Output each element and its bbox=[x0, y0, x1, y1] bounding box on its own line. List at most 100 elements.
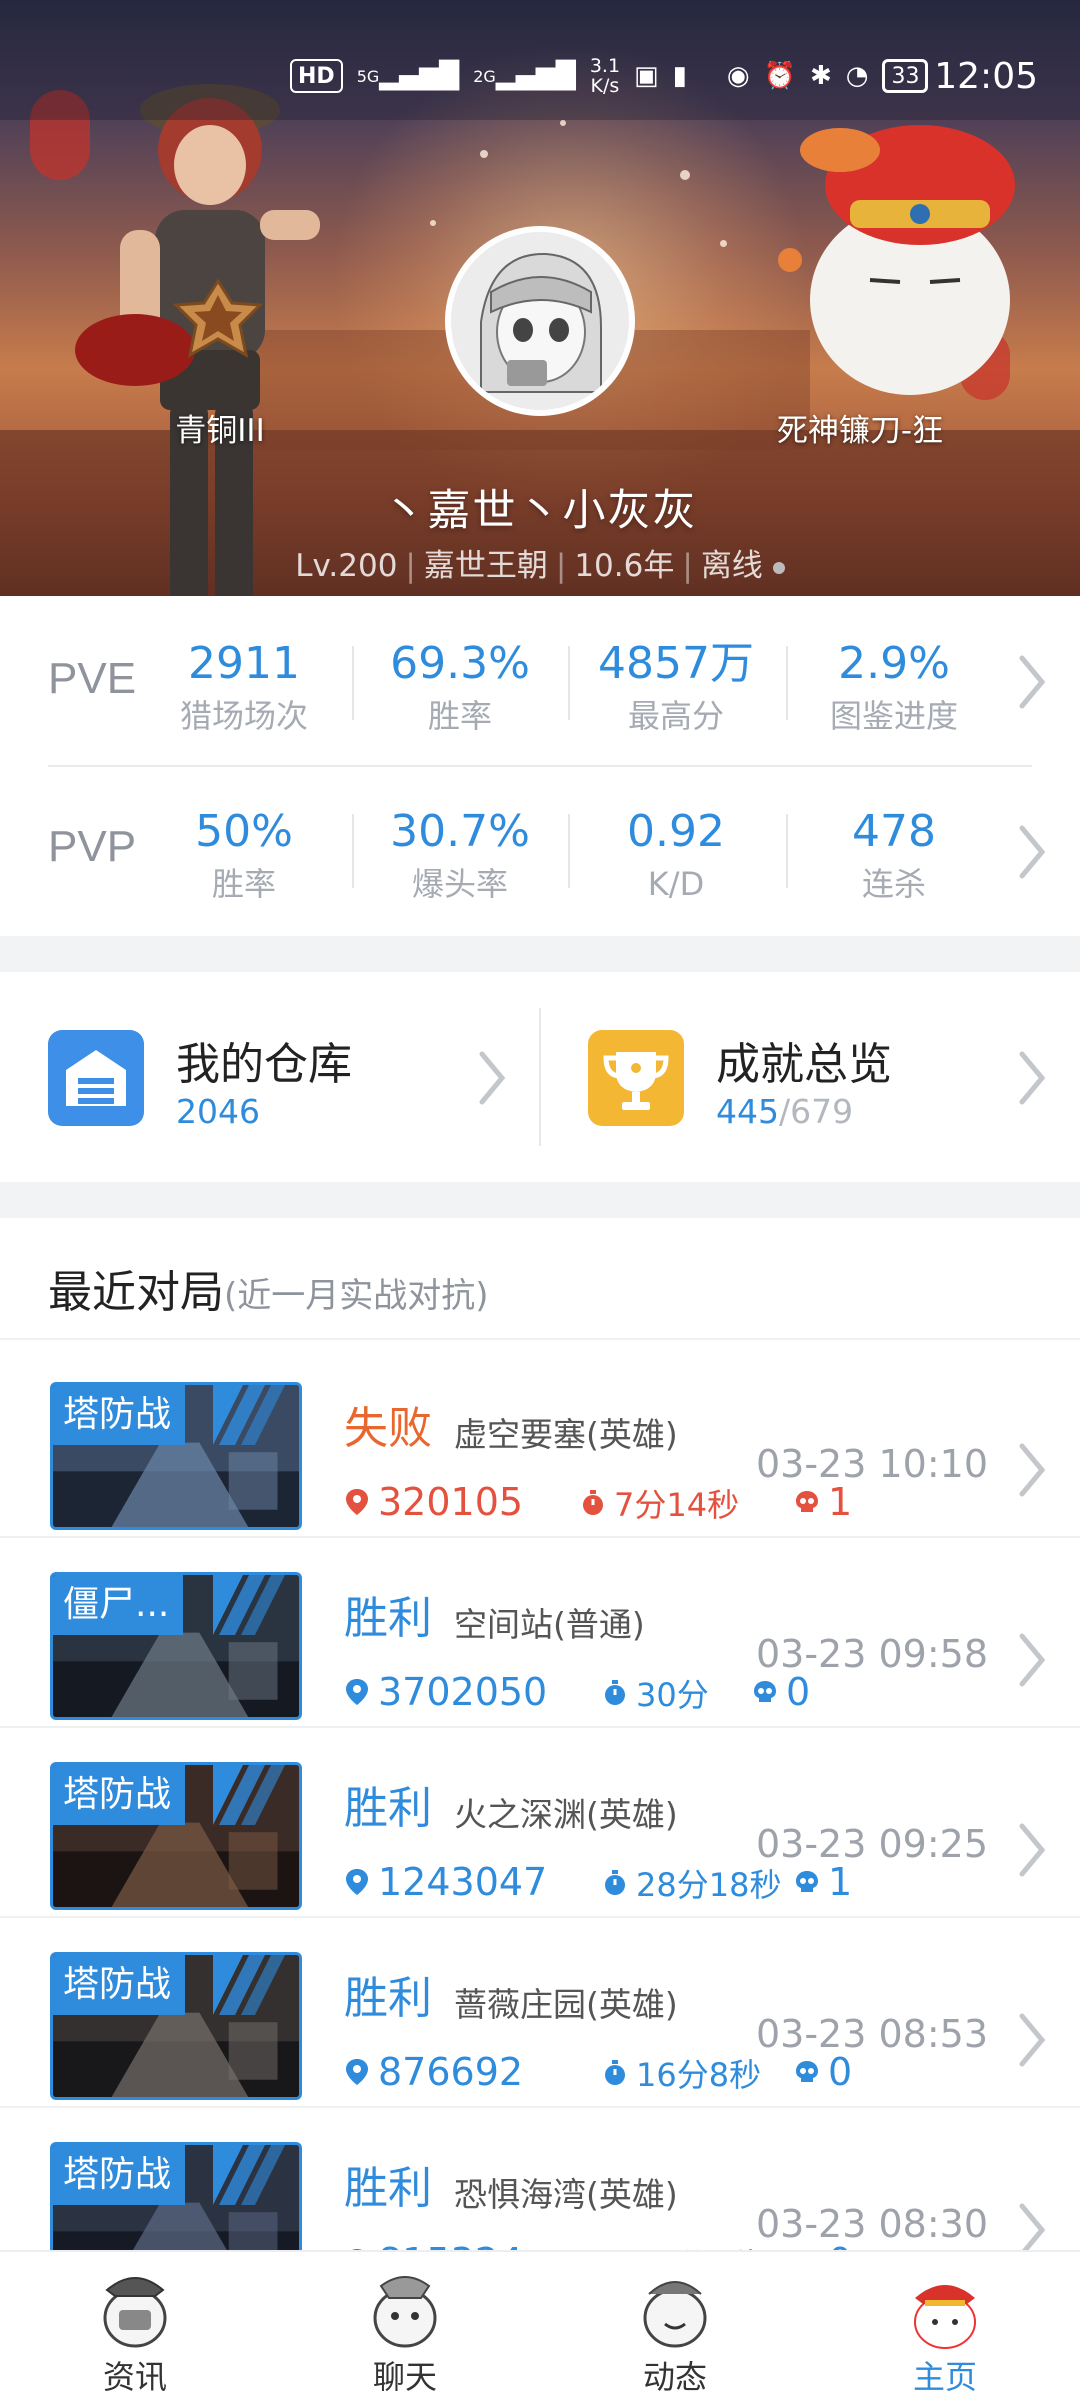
bottom-tab-bar: 资讯 聊天 动态 主页 bbox=[0, 2250, 1080, 2400]
chevron-right-icon bbox=[1019, 1051, 1046, 1105]
tab-chat[interactable]: 聊天 bbox=[270, 2252, 540, 2400]
match-mode-tag: 僵尸... bbox=[53, 1575, 184, 1635]
divider bbox=[0, 1338, 1080, 1340]
match-duration: 30分 bbox=[602, 1670, 709, 1716]
match-duration: 7分14秒 bbox=[580, 1480, 739, 1526]
match-mode-tag: 塔防战 bbox=[53, 1955, 186, 2015]
tab-news[interactable]: 资讯 bbox=[0, 2252, 270, 2400]
match-score: 3702050 bbox=[344, 1670, 547, 1714]
score-value: 320105 bbox=[378, 1480, 524, 1524]
warehouse-icon bbox=[48, 1030, 144, 1126]
match-result: 胜利 bbox=[344, 1593, 432, 1644]
match-row[interactable]: 塔防战 胜利 火之深渊(英雄) 03-23 09:25 1243047 28分18秒 1 bbox=[0, 1728, 1080, 1918]
network-speed: 3.1 K/s bbox=[589, 55, 621, 97]
news-mascot-icon bbox=[103, 2277, 167, 2348]
match-map-thumbnail: 塔防战 bbox=[50, 1382, 302, 1530]
match-result: 胜利 bbox=[344, 1783, 432, 1834]
duration-value: 16分8秒 bbox=[636, 2056, 762, 2094]
pvp-stat-kd: 0.92 K/D bbox=[576, 804, 776, 906]
stat-value: 478 bbox=[852, 806, 936, 857]
match-mode-tag: 塔防战 bbox=[53, 1385, 186, 1445]
trophy-icon bbox=[588, 1030, 684, 1126]
match-map-name: 蔷薇庄园(英雄) bbox=[454, 1985, 678, 2024]
title-name: 死神镰刀-狂 bbox=[776, 413, 944, 449]
profile-page: 青铜III 死神镰刀-狂 丶嘉世丶小灰灰 Lv.200 | 嘉世王朝 | 10.… bbox=[0, 0, 1080, 2400]
status-icons: HD 5G ▂▄▆█ 2G ▂▄▆█ 3.1 K/s ▣ ▮ ◉ ⏰ ✱ ◔ 33 bbox=[290, 55, 929, 97]
status-time: 12:05 bbox=[934, 56, 1038, 97]
achievements-progress: 445/679 bbox=[716, 1092, 853, 1131]
section-title: 最近对局 bbox=[48, 1267, 224, 1318]
online-status: 离线 bbox=[700, 548, 763, 584]
stat-value: 50% bbox=[195, 806, 293, 857]
match-duration: 28分18秒 bbox=[602, 1860, 781, 1906]
match-mode-tag: 塔防战 bbox=[53, 1765, 186, 1825]
stat-value: 69.3% bbox=[390, 638, 530, 689]
player-years: 10.6年 bbox=[574, 548, 675, 584]
online-status-dot bbox=[772, 561, 785, 574]
tab-label: 资讯 bbox=[102, 2358, 167, 2396]
match-row[interactable]: 塔防战 胜利 蔷薇庄园(英雄) 03-23 08:53 876692 16分8秒 0 bbox=[0, 1918, 1080, 2108]
tag-stripes-decoration bbox=[213, 2145, 285, 2205]
pvp-stats-row[interactable]: PVP 50% 胜率 30.7% 爆头率 0.92 K/D 478 连杀 bbox=[0, 766, 1080, 936]
skull-icon bbox=[796, 1871, 818, 1892]
chevron-right-icon bbox=[1019, 825, 1046, 879]
alert-icon: ▮ bbox=[672, 61, 687, 91]
divider bbox=[352, 646, 354, 720]
pve-stat-collection: 2.9% 图鉴进度 bbox=[794, 636, 994, 738]
achievements-title: 成就总览 bbox=[716, 1039, 892, 1090]
chevron-right-icon bbox=[1019, 1633, 1046, 1687]
location-pin-icon bbox=[346, 1489, 368, 1515]
match-result: 胜利 bbox=[344, 1973, 432, 2024]
stat-value: 2911 bbox=[188, 638, 300, 689]
match-deaths: 0 bbox=[794, 2050, 852, 2094]
pve-stat-highscore: 4857万 最高分 bbox=[576, 636, 776, 738]
match-row[interactable]: 僵尸... 胜利 空间站(普通) 03-23 09:58 3702050 30分 0 bbox=[0, 1538, 1080, 1728]
stat-label: 图鉴进度 bbox=[829, 697, 958, 735]
match-stats: 1243047 28分18秒 1 bbox=[344, 1860, 1004, 1910]
match-result: 胜利 bbox=[344, 2163, 432, 2214]
tab-label: 聊天 bbox=[372, 2358, 437, 2396]
avatar[interactable] bbox=[445, 226, 635, 416]
shortcuts-card: 我的仓库 2046 成就总览 445/679 bbox=[0, 972, 1080, 1182]
achievements-total: /679 bbox=[779, 1092, 854, 1131]
match-map-name: 火之深渊(英雄) bbox=[454, 1795, 678, 1834]
feed-mascot-icon bbox=[643, 2281, 707, 2348]
stat-value: 4857万 bbox=[598, 638, 754, 689]
pvp-stat-killstreak: 478 连杀 bbox=[794, 804, 994, 906]
achievements-shortcut[interactable]: 成就总览 445/679 bbox=[540, 972, 1080, 1182]
hd-voice-icon: HD bbox=[290, 59, 343, 93]
pve-stats-row[interactable]: PVE 2911 猎场场次 69.3% 胜率 4857万 最高分 2.9% 图鉴… bbox=[0, 596, 1080, 767]
warehouse-count: 2046 bbox=[176, 1092, 260, 1131]
match-stats: 320105 7分14秒 1 bbox=[344, 1480, 1004, 1530]
match-result: 失败 bbox=[344, 1403, 432, 1454]
pve-stat-winrate: 69.3% 胜率 bbox=[360, 636, 560, 738]
firework-spark bbox=[430, 220, 436, 226]
achievements-done: 445 bbox=[716, 1092, 779, 1131]
warehouse-shortcut[interactable]: 我的仓库 2046 bbox=[0, 972, 540, 1182]
recent-matches-heading: 最近对局(近一月实战对抗) bbox=[48, 1256, 489, 1320]
location-pin-icon bbox=[346, 1679, 368, 1705]
match-row[interactable]: 塔防战 失败 虚空要塞(英雄) 03-23 10:10 320105 7分14秒 1 bbox=[0, 1348, 1080, 1538]
divider bbox=[352, 814, 354, 888]
match-score: 1243047 bbox=[344, 1860, 547, 1904]
pvp-stat-headshot: 30.7% 爆头率 bbox=[360, 804, 560, 906]
stopwatch-icon bbox=[583, 1490, 603, 1515]
stats-card: PVE 2911 猎场场次 69.3% 胜率 4857万 最高分 2.9% 图鉴… bbox=[0, 596, 1080, 936]
system-status-bar: HD 5G ▂▄▆█ 2G ▂▄▆█ 3.1 K/s ▣ ▮ ◉ ⏰ ✱ ◔ 33 1… bbox=[0, 0, 1080, 120]
stat-value: 30.7% bbox=[390, 806, 530, 857]
home-mascot-icon bbox=[914, 2285, 976, 2349]
tab-home[interactable]: 主页 bbox=[810, 2252, 1080, 2400]
app-notification-icon: ▣ bbox=[634, 61, 659, 91]
match-map-name: 空间站(普通) bbox=[454, 1605, 645, 1644]
stopwatch-icon bbox=[605, 1680, 625, 1705]
deaths-value: 0 bbox=[786, 1670, 811, 1714]
match-map-name: 恐惧海湾(英雄) bbox=[454, 2175, 678, 2214]
match-score: 320105 bbox=[344, 1480, 523, 1524]
chevron-right-icon bbox=[1019, 1823, 1046, 1877]
tab-label: 主页 bbox=[912, 2358, 977, 2396]
stat-label: 胜率 bbox=[427, 697, 492, 735]
tab-feed[interactable]: 动态 bbox=[540, 2252, 810, 2400]
bronze-rank-badge-icon bbox=[172, 278, 264, 358]
location-pin-icon bbox=[346, 2059, 368, 2085]
player-clan[interactable]: 嘉世王朝 bbox=[424, 548, 548, 584]
